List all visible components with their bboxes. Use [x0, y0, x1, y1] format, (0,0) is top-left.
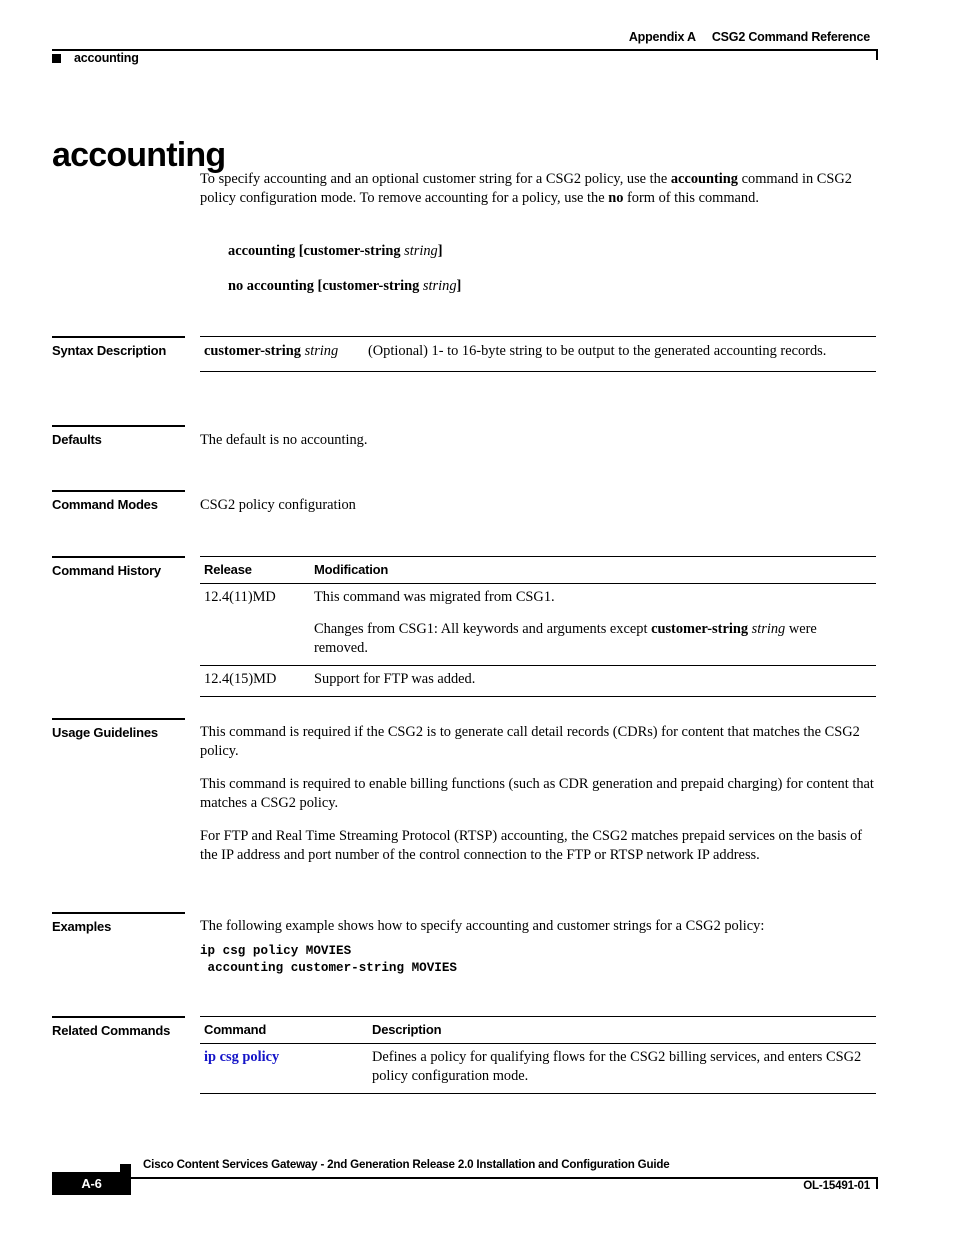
- footer-end-tick: [876, 1177, 878, 1189]
- footer-rule: [52, 1177, 878, 1179]
- footer-document-title: Cisco Content Services Gateway - 2nd Gen…: [143, 1158, 670, 1171]
- page-footer: Cisco Content Services Gateway - 2nd Gen…: [0, 0, 954, 1235]
- document-page: Appendix A CSG2 Command Reference account…: [0, 0, 954, 1235]
- page-number: A-6: [81, 1176, 102, 1191]
- footer-doc-id: OL-15491-01: [803, 1179, 870, 1192]
